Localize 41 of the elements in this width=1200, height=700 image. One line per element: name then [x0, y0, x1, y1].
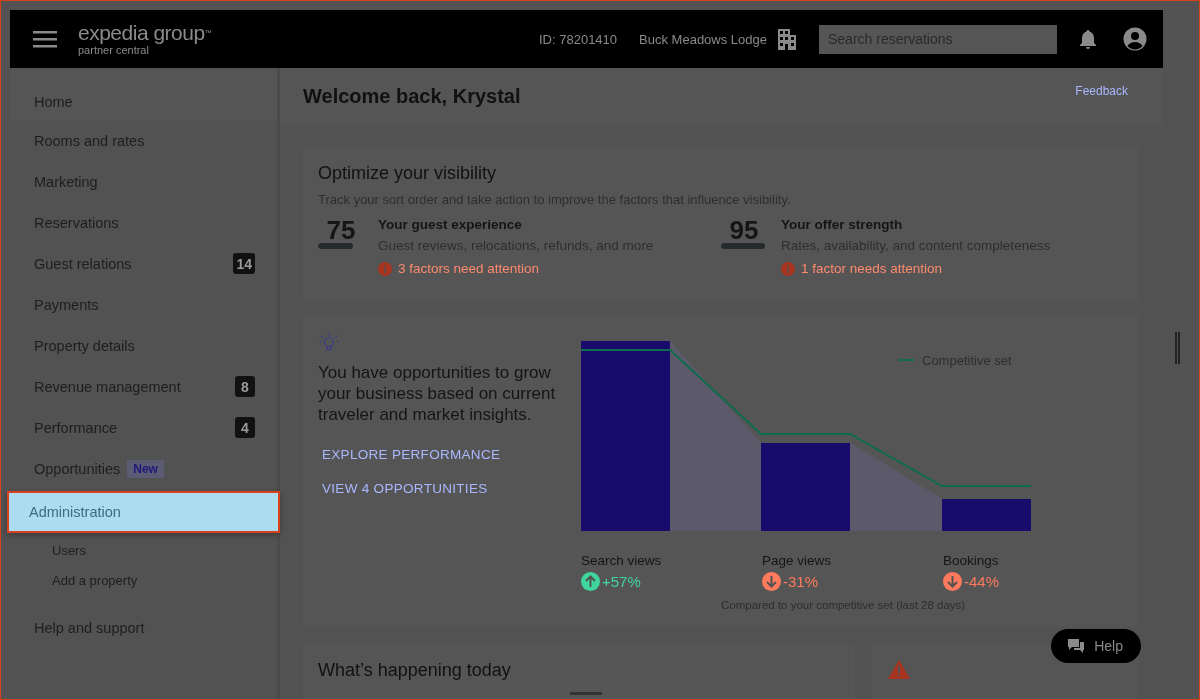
drag-handle[interactable]: [570, 692, 602, 695]
metric-change: +57%: [602, 572, 641, 590]
building-icon[interactable]: [777, 27, 797, 51]
score-title: Your offer strength: [781, 217, 904, 232]
bell-icon[interactable]: [1079, 29, 1097, 49]
sidebar-item[interactable]: Administration: [7, 491, 280, 533]
score-value: 95: [729, 217, 759, 243]
opportunity-link[interactable]: VIEW 4 OPPORTUNITIES: [322, 480, 581, 496]
count-badge: 4: [235, 417, 255, 438]
new-tag: New: [127, 459, 164, 478]
attention-link[interactable]: 3 factors need attention: [398, 261, 540, 276]
count-badge: 14: [233, 253, 255, 274]
attention-link[interactable]: 1 factor needs attention: [801, 261, 943, 276]
metric-change: -44%: [964, 572, 1000, 590]
warning-icon: [888, 660, 910, 679]
feedback-link[interactable]: Feedback: [1075, 84, 1128, 98]
score-title: Your guest experience: [378, 217, 523, 232]
metric-label: Page views: [762, 552, 833, 568]
card-title: Optimize your visibility: [318, 163, 498, 184]
lightbulb-icon: [318, 331, 340, 354]
metric-change: -31%: [783, 572, 819, 590]
logo-wordmark: expedia group$^{™}$: [78, 22, 212, 44]
count-badge: 8: [235, 376, 255, 397]
chat-icon: [1067, 638, 1086, 654]
logo-subtitle: partner central: [78, 44, 150, 56]
legend-line-icon: [898, 359, 914, 362]
metric-label: Bookings: [943, 552, 1000, 568]
menu-icon[interactable]: [33, 30, 57, 48]
account-icon[interactable]: [1123, 27, 1147, 51]
welcome-title: Welcome back, Krystal: [303, 84, 521, 108]
opportunity-link[interactable]: EXPLORE PERFORMANCE: [322, 446, 581, 462]
metric-label: Search views: [581, 552, 663, 568]
help-button[interactable]: Help: [1051, 629, 1141, 663]
resize-handle[interactable]: [1175, 332, 1180, 364]
info-icon: [378, 261, 392, 276]
opportunities-text: You have opportunities to grow your business based on current traveler and market insights.: [318, 361, 557, 425]
info-icon: [781, 261, 795, 276]
score-value: 75: [326, 217, 356, 243]
property-name[interactable]: Buck Meadows Lodge: [639, 31, 767, 47]
card-title: What’s happening today: [318, 660, 512, 681]
property-id: ID: 78201410: [539, 31, 618, 47]
